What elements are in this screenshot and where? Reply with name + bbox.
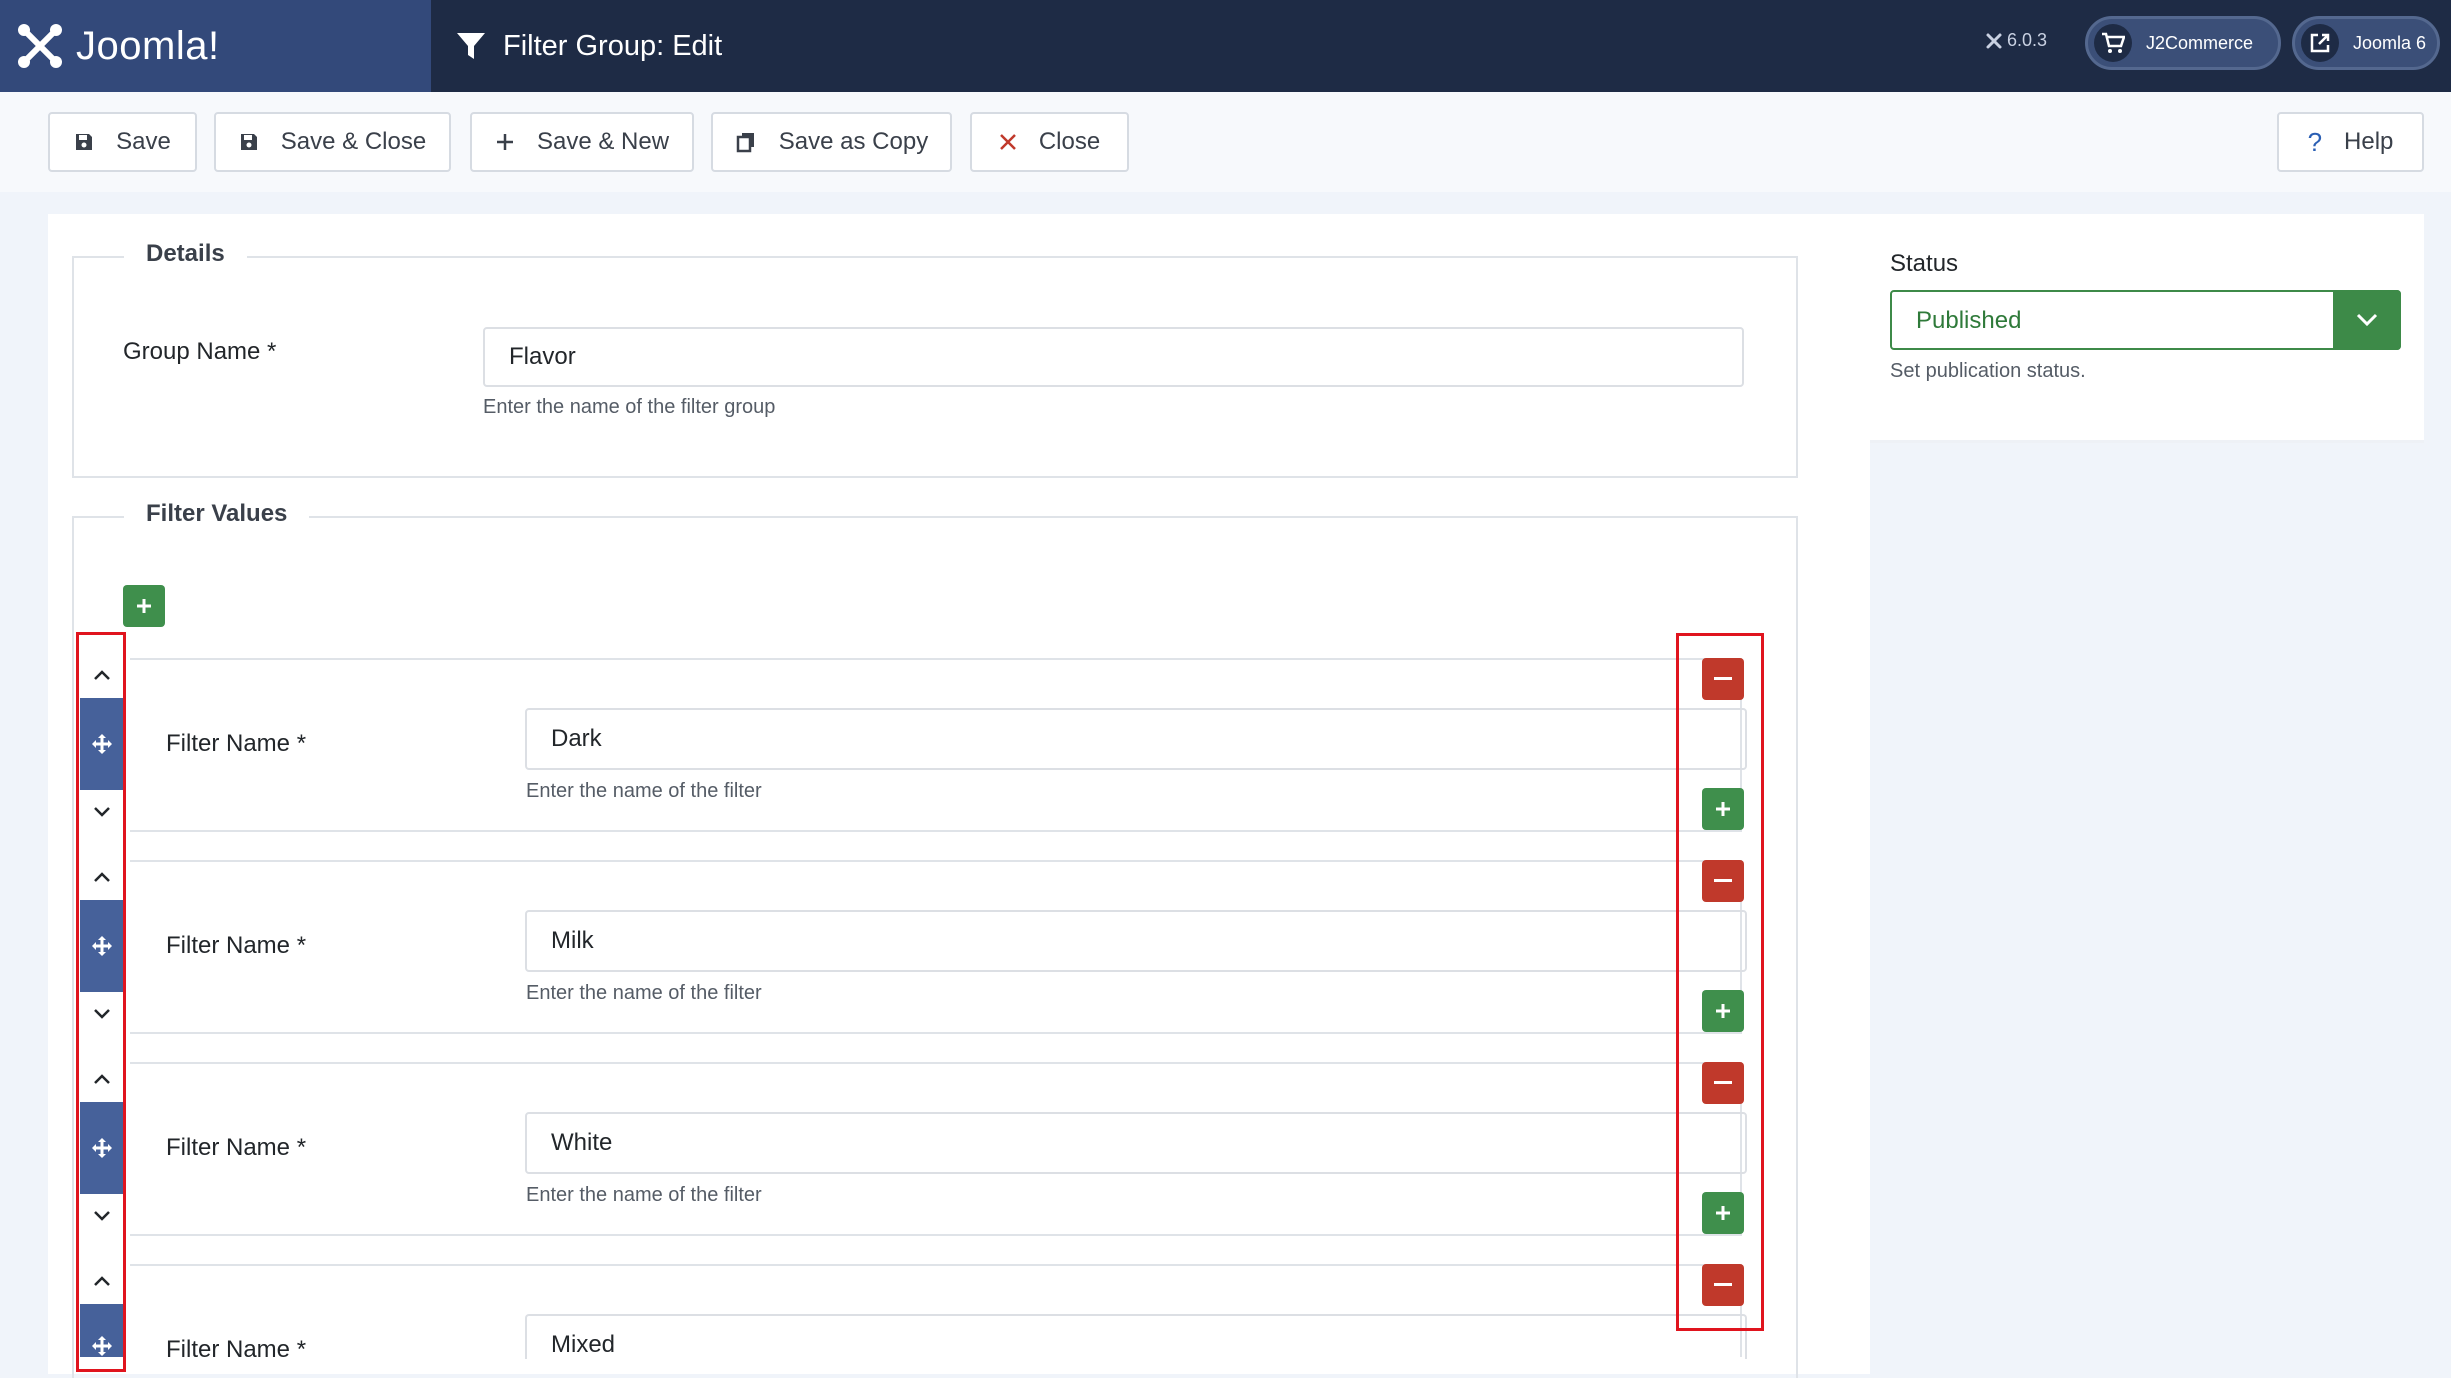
joomla-site-label: Joomla 6 (2353, 32, 2427, 53)
status-hint: Set publication status. (1890, 360, 2086, 382)
save-close-label: Save & Close (280, 128, 427, 155)
external-link-icon (2301, 24, 2339, 62)
filter-name-input[interactable]: Mixed (525, 1314, 1747, 1359)
cart-icon (2094, 24, 2132, 62)
page-title-area: Filter Group: Edit (455, 0, 722, 92)
filter-row: Filter Name * White Enter the name of th… (130, 1062, 1747, 1236)
floppy-icon (239, 132, 259, 152)
joomla-mark-icon (16, 22, 64, 70)
plus-icon (495, 132, 515, 152)
filter-name-hint: Enter the name of the filter (526, 982, 762, 1004)
joomla-site-button[interactable]: Joomla 6 (2292, 16, 2440, 70)
floppy-icon (74, 132, 94, 152)
joomla-small-icon (1986, 33, 2002, 48)
j2commerce-button[interactable]: J2Commerce (2085, 16, 2281, 70)
close-button[interactable]: Close (970, 112, 1129, 172)
help-label: Help (2344, 128, 2394, 155)
version-badge: 6.0.3 (1985, 30, 2047, 51)
group-name-input[interactable]: Flavor (483, 327, 1744, 387)
toolbar: Save Save & Close Save & New Save as Cop… (0, 92, 2451, 192)
close-icon (999, 133, 1017, 151)
filter-name-label: Filter Name * (166, 932, 307, 959)
save-label: Save (116, 128, 171, 155)
filter-values-legend: Filter Values (124, 500, 310, 528)
status-value: Published (1916, 307, 2022, 334)
save-close-button[interactable]: Save & Close (214, 112, 451, 172)
group-name-label: Group Name * (123, 338, 277, 365)
filter-name-input[interactable]: Dark (525, 708, 1747, 770)
page-title: Filter Group: Edit (503, 29, 723, 62)
filter-name-label: Filter Name * (166, 1336, 307, 1363)
filter-name-label: Filter Name * (166, 730, 307, 757)
copy-icon (735, 131, 757, 153)
highlight-add-remove-controls (1676, 633, 1764, 1331)
save-button[interactable]: Save (48, 112, 197, 172)
j2commerce-label: J2Commerce (2146, 32, 2254, 53)
highlight-reorder-controls (76, 632, 126, 1372)
filter-name-hint: Enter the name of the filter (526, 780, 762, 802)
filter-name-input[interactable]: White (525, 1112, 1747, 1174)
filter-row: Filter Name * Milk Enter the name of the… (130, 860, 1747, 1034)
question-icon: ? (2307, 126, 2323, 157)
plus-icon (137, 599, 151, 613)
chevron-down-icon[interactable] (2333, 290, 2401, 350)
filter-name-hint: Enter the name of the filter (526, 1184, 762, 1206)
top-header: Joomla! Filter Group: Edit 6.0.3 J2Comme… (0, 0, 2451, 92)
filter-row: Filter Name * Dark Enter the name of the… (130, 658, 1747, 832)
filter-icon (457, 33, 485, 59)
filter-name-label: Filter Name * (166, 1134, 307, 1161)
joomla-logo[interactable]: Joomla! (0, 0, 431, 92)
add-filter-button[interactable] (123, 585, 165, 627)
save-as-copy-label: Save as Copy (778, 128, 929, 155)
brand-name: Joomla! (76, 23, 220, 68)
filter-name-input[interactable]: Milk (525, 910, 1747, 972)
filter-row: Filter Name * Mixed (130, 1264, 1747, 1363)
close-label: Close (1038, 128, 1101, 155)
version-text: 6.0.3 (2007, 30, 2048, 50)
status-label: Status (1890, 250, 1959, 277)
group-name-hint: Enter the name of the filter group (483, 396, 776, 418)
help-button[interactable]: ? Help (2277, 112, 2424, 172)
save-as-copy-button[interactable]: Save as Copy (711, 112, 952, 172)
save-new-button[interactable]: Save & New (470, 112, 694, 172)
save-new-label: Save & New (536, 128, 670, 155)
status-select[interactable]: Published (1890, 290, 2401, 350)
details-legend: Details (124, 240, 247, 268)
